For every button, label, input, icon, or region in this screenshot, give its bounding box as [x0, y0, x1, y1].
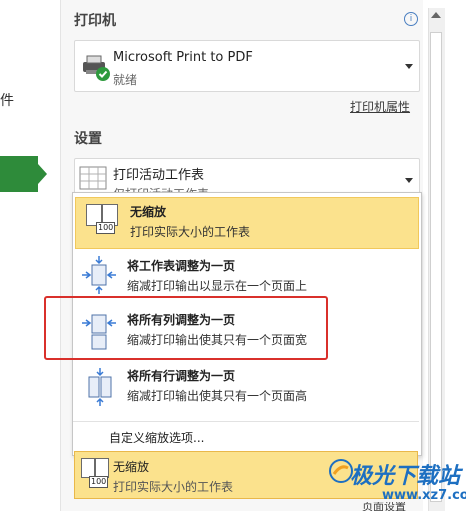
actual-size-badge: 100: [96, 222, 116, 234]
menu-item-title: 将工作表调整为一页: [127, 259, 236, 273]
printer-properties-link[interactable]: 打印机属性: [350, 98, 410, 115]
print-what-title: 打印活动工作表: [113, 168, 205, 183]
watermark-brand: 极光下载站: [350, 464, 461, 489]
menu-item-no-scaling[interactable]: 100 无缩放 打印实际大小的工作表: [75, 197, 419, 249]
settings-section-title: 设置: [74, 131, 102, 147]
printer-name: Microsoft Print to PDF: [113, 50, 253, 65]
nav-selected-pointer: [38, 164, 47, 184]
chevron-down-icon: [405, 64, 413, 69]
fit-rows-icon: [88, 368, 112, 406]
scroll-thumb[interactable]: [430, 32, 442, 502]
scaling-description: 打印实际大小的工作表: [113, 480, 234, 494]
page-icon: [95, 458, 109, 478]
info-icon[interactable]: i: [404, 12, 418, 26]
menu-item-description: 缩减打印输出以显示在一个页面上: [127, 279, 308, 293]
menu-item-description: 打印实际大小的工作表: [130, 225, 251, 239]
watermark-url: www.xz7.com: [382, 488, 466, 503]
printer-icon: [83, 55, 110, 81]
scaling-title: 无缩放: [113, 460, 150, 474]
nav-item-print-selected[interactable]: [0, 156, 38, 192]
menu-item-title: 无缩放: [130, 205, 167, 219]
printer-section-title: 打印机: [74, 13, 116, 29]
worksheet-icon: [79, 166, 107, 190]
nav-item-label-fragment[interactable]: 件: [0, 90, 14, 110]
menu-item-fit-all-rows[interactable]: 将所有行调整为一页 缩减打印输出使其只有一个页面高: [73, 363, 419, 415]
chevron-down-icon: [405, 178, 413, 183]
actual-size-badge: 100: [89, 476, 109, 488]
printer-dropdown[interactable]: Microsoft Print to PDF 就绪: [74, 40, 420, 92]
menu-item-title: 将所有行调整为一页: [127, 369, 236, 383]
fit-sheet-icon: [82, 256, 116, 294]
site-watermark: 极光下载站 www.xz7.com: [328, 452, 466, 508]
scroll-up-arrow-icon[interactable]: [431, 12, 441, 18]
custom-scaling-options-item[interactable]: 自定义缩放选项...: [109, 429, 204, 446]
menu-divider: [73, 421, 419, 422]
backstage-nav: [0, 0, 46, 511]
menu-item-description: 缩减打印输出使其只有一个页面高: [127, 389, 308, 403]
annotation-highlight: [44, 296, 328, 360]
page-icon: [81, 458, 95, 478]
printer-status: 就绪: [113, 73, 138, 87]
